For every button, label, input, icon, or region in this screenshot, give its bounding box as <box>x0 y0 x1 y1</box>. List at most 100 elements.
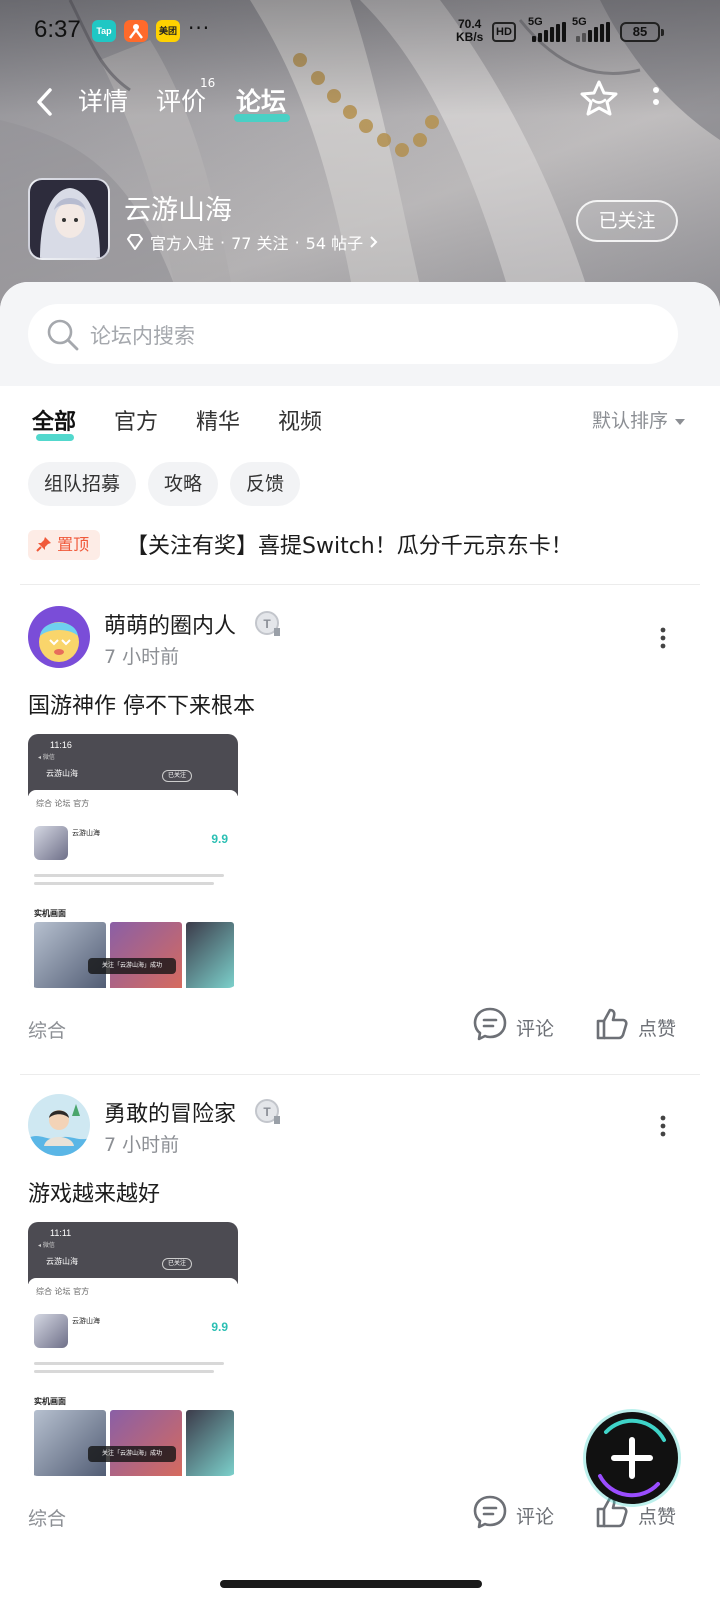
thumb-time: 11:16 <box>50 740 72 750</box>
post-author[interactable]: 勇敢的冒险家 <box>104 1096 236 1128</box>
avatar-illustration <box>28 1094 90 1156</box>
tab-review[interactable]: 评价 <box>156 82 206 118</box>
like-label: 点赞 <box>638 1506 677 1528</box>
thumb-header: 11:11 ◂ 微信 云游山海 已关注 <box>28 1222 238 1284</box>
new-post-button[interactable] <box>586 1412 678 1504</box>
follow-button[interactable]: 已关注 <box>576 200 678 242</box>
chip-feedback[interactable]: 反馈 <box>230 462 301 506</box>
thumb-section: 实机画面 <box>34 1397 66 1406</box>
avatar[interactable] <box>28 606 90 668</box>
home-indicator[interactable] <box>220 1580 482 1588</box>
thumb-toast: 关注「云游山海」成功 <box>88 958 176 974</box>
more-vertical-icon[interactable] <box>656 626 670 650</box>
hd-badge: HD <box>492 22 516 42</box>
filter-tab-all[interactable]: 全部 <box>32 404 76 436</box>
search-input[interactable]: 论坛内搜索 <box>28 304 678 364</box>
status-bar: 6:37 Tap 美团 ··· 70.4 KB/s HD 5G 5G 85 <box>0 14 720 50</box>
comment-label: 评论 <box>516 1506 555 1528</box>
tab-detail[interactable]: 详情 <box>78 82 128 118</box>
post-author[interactable]: 萌萌的圈内人 <box>104 608 236 640</box>
thumb-tabs: 综合 论坛 官方 <box>36 1287 90 1296</box>
comment-icon <box>473 1007 507 1041</box>
chevron-right-icon <box>370 236 378 248</box>
divider <box>20 1074 700 1075</box>
status-more-icon: ··· <box>188 16 211 40</box>
star-badge-icon <box>580 80 618 116</box>
plus-icon <box>598 1418 666 1498</box>
chip-guide[interactable]: 攻略 <box>148 462 219 506</box>
meituan-app-icon: 美团 <box>156 20 180 42</box>
post-image[interactable]: 11:16 ◂ 微信 云游山海 已关注 综合 论坛 官方 云游山海 9.9 实机… <box>28 734 238 988</box>
xianyu-app-icon <box>124 20 148 42</box>
filter-tab-video[interactable]: 视频 <box>278 404 322 436</box>
thumb-time: 11:11 <box>50 1228 72 1238</box>
divider <box>20 584 700 585</box>
search-placeholder: 论坛内搜索 <box>90 324 195 348</box>
game-icon[interactable] <box>28 178 110 260</box>
more-vertical-icon[interactable] <box>656 1114 670 1138</box>
meta-separator: · <box>294 232 300 252</box>
thumb-game-icon <box>34 1314 68 1348</box>
game-meta[interactable]: 官方入驻 · 77 关注 · 54 帖子 <box>126 230 379 254</box>
followers-count: 77 关注 <box>231 234 289 253</box>
thumb-game-icon <box>34 826 68 860</box>
post-category[interactable]: 综合 <box>28 1504 66 1531</box>
chip-team-recruit[interactable]: 组队招募 <box>28 462 137 506</box>
post-image[interactable]: 11:11 ◂ 微信 云游山海 已关注 综合 论坛 官方 云游山海 9.9 实机… <box>28 1222 238 1476</box>
user-level-icon: T <box>255 1099 280 1124</box>
game-portrait <box>30 180 108 258</box>
pinned-title: 【关注有奖】喜提Switch！瓜分千元京东卡！ <box>126 534 573 559</box>
avatar[interactable] <box>28 1094 90 1156</box>
pinned-post[interactable]: 置顶 【关注有奖】喜提Switch！瓜分千元京东卡！ <box>28 528 688 562</box>
thumb-follow: 已关注 <box>162 1258 192 1270</box>
thumb-back-app: ◂ 微信 <box>38 754 55 761</box>
post-category[interactable]: 综合 <box>28 1016 66 1043</box>
sort-dropdown[interactable]: 默认排序 <box>592 406 686 433</box>
post-title: 国游神作 停不下来根本 <box>28 694 255 719</box>
tab-forum[interactable]: 论坛 <box>236 82 286 118</box>
avatar-illustration <box>28 606 90 668</box>
thumb-body: 综合 论坛 官方 云游山海 9.9 实机画面 关注「云游山海」成功 <box>28 1278 238 1476</box>
more-menu-button[interactable] <box>644 82 668 118</box>
pin-badge: 置顶 <box>28 530 100 560</box>
status-time: 6:37 <box>34 16 81 43</box>
thumb-title: 云游山海 <box>46 1257 78 1266</box>
signal-label: 5G <box>572 16 587 28</box>
favorite-button[interactable] <box>578 78 620 120</box>
svg-text:T: T <box>263 617 271 631</box>
top-nav: 详情 评价 16 论坛 <box>0 76 720 128</box>
thumb-tabs: 综合 论坛 官方 <box>36 799 90 808</box>
pin-icon <box>36 537 51 552</box>
thumb-follow: 已关注 <box>162 770 192 782</box>
topic-chips: 组队招募 攻略 反馈 <box>28 462 301 506</box>
thumb-score: 9.9 <box>211 832 228 846</box>
thumb-body: 综合 论坛 官方 云游山海 9.9 实机画面 关注「云游山海」成功 <box>28 790 238 988</box>
thumb-shots <box>34 922 234 988</box>
forum-panel: 论坛内搜索 全部 官方 精华 视频 默认排序 组队招募 攻略 反馈 置顶 【关注… <box>0 282 720 1600</box>
game-title: 云游山海 <box>124 195 232 226</box>
signal-icon: 5G <box>528 16 572 42</box>
post-time: 7 小时前 <box>104 646 180 668</box>
thumb-shots <box>34 1410 234 1476</box>
review-count-badge: 16 <box>200 76 216 90</box>
filter-tab-featured[interactable]: 精华 <box>196 404 240 436</box>
comment-icon <box>473 1495 507 1529</box>
thumbs-up-icon <box>596 1008 628 1040</box>
back-button[interactable] <box>30 84 62 120</box>
chevron-left-icon <box>37 88 52 116</box>
post-title: 游戏越来越好 <box>28 1182 161 1207</box>
thumb-header: 11:16 ◂ 微信 云游山海 已关注 <box>28 734 238 796</box>
filter-tab-official[interactable]: 官方 <box>114 404 158 436</box>
posts-count: 54 帖子 <box>305 234 364 253</box>
more-vertical-icon <box>653 87 659 105</box>
post-time: 7 小时前 <box>104 1134 180 1156</box>
signal-label: 5G <box>528 16 543 28</box>
search-icon <box>47 319 79 351</box>
pin-label: 置顶 <box>57 535 90 554</box>
thumb-section: 实机画面 <box>34 909 66 918</box>
svg-text:T: T <box>263 1105 271 1119</box>
tap-app-icon: Tap <box>92 20 116 42</box>
thumb-toast: 关注「云游山海」成功 <box>88 1446 176 1462</box>
net-speed-unit: KB/s <box>456 30 484 44</box>
post-card[interactable]: 萌萌的圈内人 T 7 小时前 国游神作 停不下来根本 11:16 ◂ 微信 云游… <box>0 606 720 1086</box>
